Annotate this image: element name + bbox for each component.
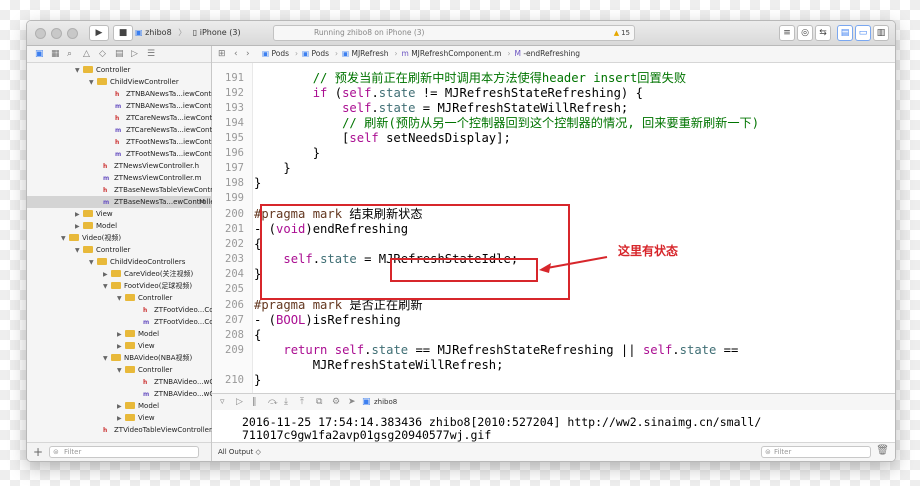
breakpoint-toggle-icon[interactable]: ▷	[236, 396, 243, 408]
annotation-label: 这里有状态	[618, 244, 679, 258]
trash-icon[interactable]: 🗑	[876, 445, 889, 456]
filter-icon: ⊜	[765, 448, 771, 456]
xcode-window: ▶ ■ ▣ zhibo8 〉 ▯ iPhone (3) Running zhib…	[26, 20, 896, 462]
view-debugger-icon[interactable]: ⧉	[316, 396, 322, 408]
console-line: 711017c9gw1fa2avp01gsg20940577wj.gif	[242, 428, 492, 442]
hide-debug-icon[interactable]: ▿	[220, 396, 225, 408]
pause-icon[interactable]: ‖	[252, 396, 257, 408]
target-icon: ▣	[362, 397, 371, 407]
debug-bar: ▿ ▷ ‖ ⤼ ⤓ ⤒ ⧉ ⚙ ➤ ▣ zhibo8	[212, 393, 895, 411]
console-filter-bar: All Output ◇ ⊜ Filter 🗑	[212, 442, 895, 461]
step-over-icon[interactable]: ⤼	[268, 396, 278, 408]
output-mode-select[interactable]: All Output ◇	[218, 443, 261, 461]
location-icon[interactable]: ➤	[348, 396, 356, 408]
step-out-icon[interactable]: ⤒	[300, 396, 304, 408]
console-filter-input[interactable]: ⊜ Filter	[761, 446, 871, 458]
console-filter-placeholder: Filter	[774, 448, 792, 456]
memory-graph-icon[interactable]: ⚙	[332, 396, 340, 408]
step-in-icon[interactable]: ⤓	[284, 396, 288, 408]
debug-target: zhibo8	[374, 398, 398, 406]
